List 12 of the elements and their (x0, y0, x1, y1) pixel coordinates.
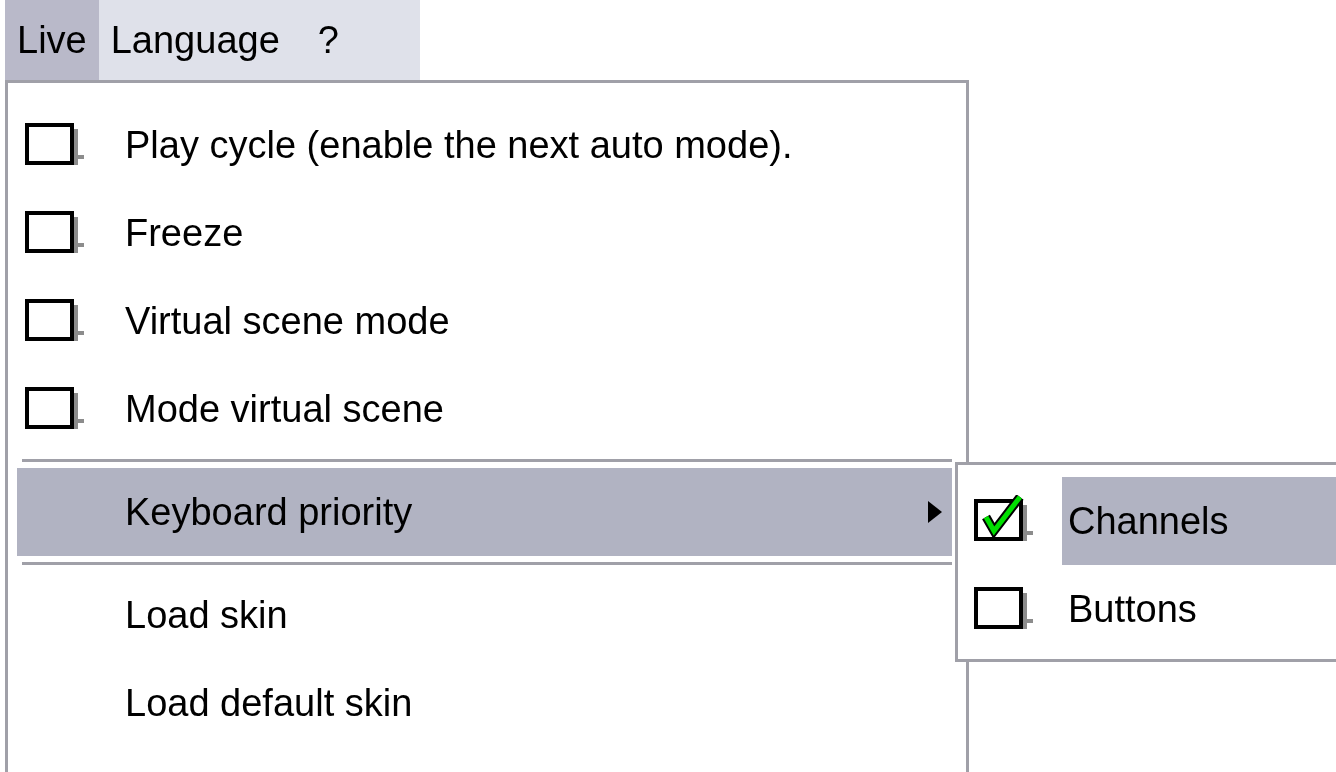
submenu-arrow-icon (928, 501, 942, 523)
menu-item[interactable]: Virtual scene mode (17, 277, 952, 365)
menu-item[interactable]: Buttons (958, 565, 1336, 653)
menu-item[interactable]: Play cycle (enable the next auto mode). (17, 101, 952, 189)
menu-item[interactable]: Keyboard priority (17, 468, 952, 556)
menu-title[interactable]: ? (291, 0, 351, 80)
menu-item[interactable]: Load skin (17, 571, 952, 659)
menu-title[interactable]: Language (98, 0, 292, 80)
menu-title[interactable]: Live (5, 0, 99, 80)
menu-item[interactable]: Mode virtual scene (17, 365, 952, 453)
menu-item[interactable]: Freeze (17, 189, 952, 277)
menu-item[interactable]: Load default skin (17, 659, 952, 747)
